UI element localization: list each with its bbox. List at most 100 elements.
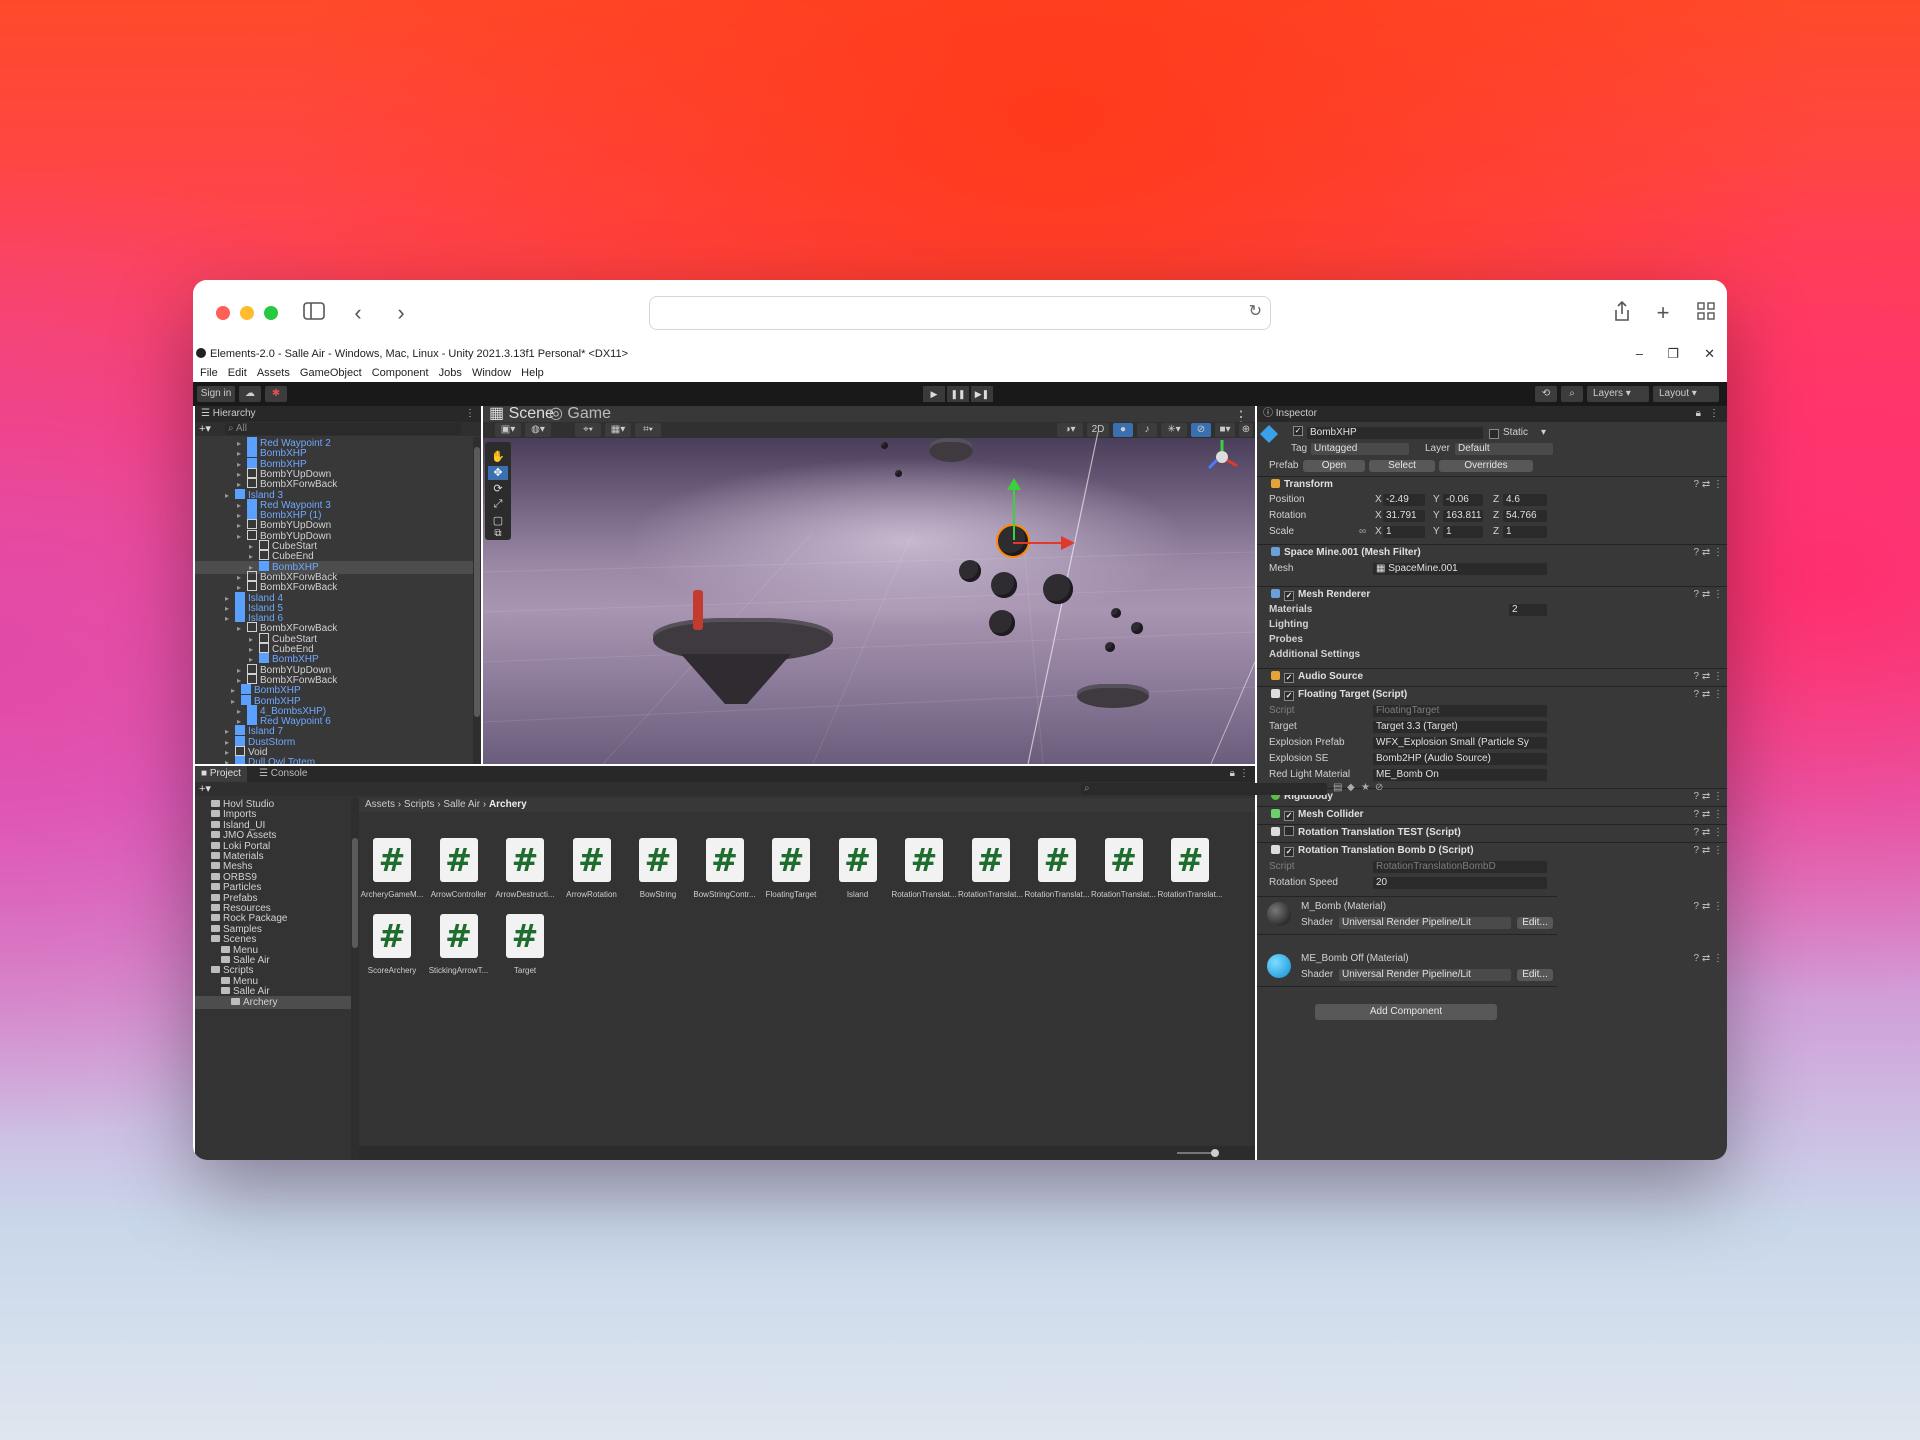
tab-console[interactable]: ☰ Console [253, 766, 313, 782]
transform-header[interactable]: Transform ? ⇄ ⋮ [1257, 476, 1727, 493]
mesh-renderer-enabled-checkbox[interactable]: ✓ [1284, 591, 1294, 601]
script-asset[interactable]: # ArrowRotation [559, 838, 625, 899]
hierarchy-scroll-thumb[interactable] [474, 447, 480, 717]
prefab-open-button[interactable]: Open [1303, 460, 1365, 472]
zoom-window-button[interactable] [264, 306, 278, 320]
menu-component[interactable]: Component [372, 367, 429, 379]
menu-jobs[interactable]: Jobs [439, 367, 462, 379]
position-y-field[interactable]: -0.06 [1443, 494, 1483, 506]
breadcrumb-scripts[interactable]: Scripts [404, 799, 435, 810]
breadcrumb-assets[interactable]: Assets [365, 799, 395, 810]
material-menu-icon[interactable]: ? ⇄ ⋮ [1694, 952, 1724, 966]
history-icon[interactable]: ⟲ [1535, 386, 1557, 402]
prefab-overrides-dropdown[interactable]: Overrides [1439, 460, 1533, 472]
script-asset[interactable]: # RotationTranslat... [1024, 838, 1090, 899]
bomb-object[interactable] [991, 572, 1017, 598]
shader-edit-button[interactable]: Edit... [1517, 917, 1553, 929]
floating-target-header[interactable]: ✓ Floating Target (Script) ? ⇄ ⋮ [1257, 686, 1727, 703]
script-asset[interactable]: # ArcheryGameM... [359, 838, 425, 899]
address-bar[interactable]: ↻ [649, 296, 1271, 330]
rotation-y-field[interactable]: 163.811 [1443, 510, 1483, 522]
rot-bomb-enabled-checkbox[interactable]: ✓ [1284, 847, 1294, 857]
materials-count-field[interactable]: 2 [1509, 604, 1547, 616]
add-component-button[interactable]: Add Component [1315, 1004, 1497, 1020]
menu-file[interactable]: File [200, 367, 218, 379]
create-plus-button[interactable]: +▾ [199, 422, 211, 435]
prefab-select-button[interactable]: Select [1369, 460, 1435, 472]
layout-dropdown[interactable]: Layout ▾ [1653, 386, 1719, 402]
forward-icon[interactable]: › [388, 300, 414, 326]
lock-icon[interactable]: 🔒︎ [1696, 406, 1701, 422]
script-asset[interactable]: # RotationTranslat... [958, 838, 1024, 899]
script-asset[interactable]: # FloatingTarget [758, 838, 824, 899]
component-menu-icon[interactable]: ? ⇄ ⋮ [1694, 807, 1724, 823]
static-dropdown-icon[interactable]: ▾ [1541, 426, 1546, 440]
favorites-icon[interactable]: ★ [1361, 782, 1370, 793]
explosion-se-field[interactable]: Bomb2HP (Audio Source) [1373, 753, 1547, 765]
icon-size-slider-thumb[interactable] [1211, 1149, 1219, 1157]
rotation-speed-field[interactable]: 20 [1373, 877, 1547, 889]
folder-tree-item[interactable]: Archery [195, 995, 351, 1009]
restore-icon[interactable]: ❐ [1667, 344, 1679, 364]
minimize-icon[interactable]: – [1636, 344, 1643, 364]
project-search-input[interactable]: ⌕ [1081, 783, 1327, 795]
script-asset[interactable]: # RotationTranslat... [1157, 838, 1223, 899]
floating-island-far[interactable] [929, 438, 973, 462]
archery-target-totem[interactable] [693, 590, 703, 630]
script-asset[interactable]: # ArrowController [426, 838, 492, 899]
breadcrumb-archery[interactable]: Archery [489, 799, 527, 810]
minimize-window-button[interactable] [240, 306, 254, 320]
shader-dropdown[interactable]: Universal Render Pipeline/Lit [1339, 969, 1511, 981]
script-asset[interactable]: # ArrowDestructi... [492, 838, 558, 899]
component-menu-icon[interactable]: ? ⇄ ⋮ [1694, 477, 1724, 493]
mesh-filter-header[interactable]: Space Mine.001 (Mesh Filter) ? ⇄ ⋮ [1257, 544, 1727, 561]
move-gizmo-x-axis[interactable] [1013, 542, 1063, 544]
rigidbody-header[interactable]: Rigidbody ? ⇄ ⋮ [1257, 788, 1727, 805]
menu-edit[interactable]: Edit [228, 367, 247, 379]
shader-dropdown[interactable]: Universal Render Pipeline/Lit [1339, 917, 1511, 929]
close-window-button[interactable] [216, 306, 230, 320]
active-checkbox[interactable]: ✓ [1293, 426, 1303, 436]
component-menu-icon[interactable]: ? ⇄ ⋮ [1694, 587, 1724, 603]
lighting-foldout[interactable]: Lighting [1257, 618, 1727, 632]
hierarchy-search-input[interactable]: ⌕ All [225, 423, 461, 435]
position-x-field[interactable]: -2.49 [1383, 494, 1425, 506]
script-asset[interactable]: # Island [825, 838, 891, 899]
new-tab-icon[interactable]: + [1650, 300, 1676, 326]
pause-button[interactable]: ❚❚ [947, 386, 969, 402]
bomb-object[interactable] [1111, 608, 1121, 618]
target-field[interactable]: Target 3.3 (Target) [1373, 721, 1547, 733]
gizmo-y-arrow-icon[interactable] [1007, 478, 1021, 490]
object-name-field[interactable]: BombXHP [1307, 427, 1483, 439]
component-menu-icon[interactable]: ? ⇄ ⋮ [1694, 669, 1724, 685]
floating-target-enabled-checkbox[interactable]: ✓ [1284, 691, 1294, 701]
component-menu-icon[interactable]: ? ⇄ ⋮ [1694, 789, 1724, 805]
scene-viewport[interactable]: ▣▾ ◍▾ ⌖▾ ▦▾ ⌗▾ ◑▾ 2D ● ♪ ✳▾ ⊘ ■▾ ⊕ ✋ ✥ ⟳… [483, 422, 1255, 764]
tag-dropdown[interactable]: Untagged [1311, 443, 1409, 455]
hidden-packages-icon[interactable]: ⊘ [1375, 782, 1383, 793]
expand-arrow-icon[interactable]: ▸ [225, 756, 235, 764]
script-asset[interactable]: # ScoreArchery [359, 914, 425, 975]
rotation-x-field[interactable]: 31.791 [1383, 510, 1425, 522]
additional-settings-foldout[interactable]: Additional Settings [1257, 648, 1727, 662]
hierarchy-scrollbar[interactable] [473, 437, 481, 764]
explosion-prefab-field[interactable]: WFX_Explosion Small (Particle Sy [1373, 737, 1547, 749]
play-button[interactable]: ▶ [923, 386, 945, 402]
rot-test-enabled-checkbox[interactable] [1284, 826, 1294, 836]
menu-gameobject[interactable]: GameObject [300, 367, 362, 379]
scale-z-field[interactable]: 1 [1503, 526, 1547, 538]
component-menu-icon[interactable]: ? ⇄ ⋮ [1694, 545, 1724, 561]
static-checkbox[interactable] [1489, 429, 1499, 439]
collab-icon[interactable]: ✱ [265, 386, 287, 402]
script-asset[interactable]: # StickingArrowT... [426, 914, 492, 975]
bomb-object[interactable] [895, 470, 902, 477]
bomb-object[interactable] [1105, 642, 1115, 652]
layer-dropdown[interactable]: Default [1455, 443, 1553, 455]
reload-icon[interactable]: ↻ [1249, 301, 1262, 321]
breadcrumb-salle-air[interactable]: Salle Air [443, 799, 480, 810]
component-menu-icon[interactable]: ? ⇄ ⋮ [1694, 687, 1724, 703]
hierarchy-item[interactable]: ▸ Dull Owl Totem [195, 756, 315, 764]
script-asset[interactable]: # RotationTranslat... [891, 838, 957, 899]
material-menu-icon[interactable]: ? ⇄ ⋮ [1694, 900, 1724, 914]
bomb-object[interactable] [881, 442, 888, 449]
